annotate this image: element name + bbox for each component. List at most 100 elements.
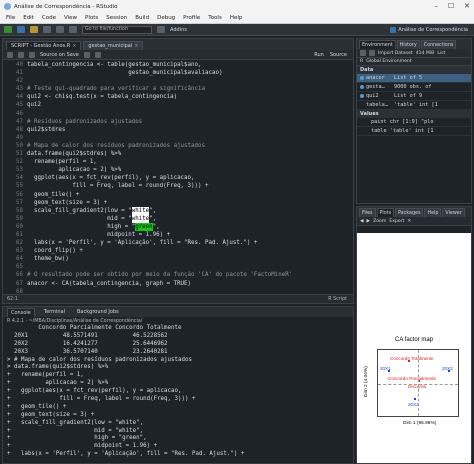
tab-packages[interactable]: Packages <box>395 208 424 217</box>
search-icon[interactable] <box>83 51 90 58</box>
code-line[interactable]: 44 qui2 <- chisq.test(x = tabela_continge… <box>3 93 353 101</box>
code-line[interactable]: 49 <box>3 134 353 142</box>
menu-edit[interactable]: Edit <box>23 15 34 21</box>
code-line[interactable]: 45 qui2 <box>3 101 353 109</box>
source-button[interactable]: Source <box>330 52 347 58</box>
tab-environment[interactable]: Environment <box>359 40 396 49</box>
global-environment-select[interactable]: Global Environment <box>366 59 411 64</box>
goto-file-input[interactable]: Go to file/function <box>82 25 152 34</box>
grid-icon[interactable] <box>157 26 165 33</box>
code-line[interactable]: 55 fill = Freq, label = round(Freq, 3)))… <box>3 182 353 190</box>
tab-files[interactable]: Files <box>359 208 376 217</box>
tab-background-jobs[interactable]: Background Jobs <box>74 309 122 315</box>
code-line[interactable]: 58 scale_fill_gradient2(low = " white ", <box>3 206 353 215</box>
save-all-icon[interactable] <box>56 26 64 33</box>
close-tab-icon[interactable]: × <box>134 43 138 49</box>
editor-tab-data[interactable]: gestao_municipal × <box>83 41 144 50</box>
env-row-data[interactable]: gesta… 9000 obs. of <box>357 83 471 92</box>
code-line[interactable]: 40 tabela_contingencia <- table(gestao_mu… <box>3 61 353 69</box>
file-type-label[interactable]: R Script <box>328 297 347 302</box>
load-workspace-icon[interactable] <box>360 50 366 56</box>
print-icon[interactable] <box>69 26 77 33</box>
expand-icon[interactable] <box>360 85 364 89</box>
editor-tab-script[interactable]: SCRIPT - Gestão Anos.R × <box>6 41 82 50</box>
menu-help[interactable]: Help <box>230 15 243 21</box>
save-script-icon[interactable] <box>29 51 35 58</box>
env-row-data[interactable]: qui2 List of 9 <box>357 92 471 101</box>
tab-help[interactable]: Help <box>424 208 442 217</box>
tab-connections[interactable]: Connections <box>420 40 457 49</box>
code-line[interactable]: 60 high = " green ", <box>3 222 353 231</box>
clear-plot-icon[interactable]: ✕ <box>407 219 411 224</box>
close-tab-icon[interactable]: × <box>72 43 76 49</box>
menu-build[interactable]: Build <box>135 15 149 21</box>
code-line[interactable]: 57 geom_text(size = 3) + <box>3 199 353 207</box>
source-on-save-checkbox[interactable]: Source on Save <box>40 52 79 58</box>
maximize-icon[interactable]: ☐ <box>448 2 454 10</box>
menu-tools[interactable]: Tools <box>208 15 222 21</box>
code-line[interactable]: 42 <box>3 77 353 85</box>
menu-file[interactable]: File <box>6 15 15 21</box>
prev-plot-icon[interactable]: ◀ <box>360 219 364 224</box>
code-line[interactable]: 59 mid = " white ", <box>3 214 353 223</box>
code-line[interactable]: 51 data.frame(qui2$stdres) %>% <box>3 150 353 158</box>
menu-code[interactable]: Code <box>42 15 56 21</box>
open-project-icon[interactable] <box>17 26 25 33</box>
list-view-toggle[interactable]: List <box>437 51 445 56</box>
project-menu[interactable]: Análise de Correspondência <box>390 26 468 34</box>
minimize-icon[interactable]: – <box>434 2 438 10</box>
code-line[interactable]: 65 <box>3 263 353 271</box>
next-plot-icon[interactable]: ▶ <box>367 219 371 224</box>
console-output[interactable]: Concordo Parcialmente Concordo Totalment… <box>3 325 353 459</box>
code-line[interactable]: 62 labs(x = 'Perfil', y = 'Aplicação', f… <box>3 239 353 247</box>
save-icon[interactable] <box>43 26 51 33</box>
run-button[interactable]: Run <box>314 52 324 58</box>
tab-history[interactable]: History <box>396 40 420 49</box>
export-button[interactable]: Export <box>389 219 404 224</box>
code-line[interactable]: 66 # O resultado pode ser obtido por meio… <box>3 271 353 279</box>
menu-view[interactable]: View <box>64 15 77 21</box>
console-line: > data.frame(qui2$stdres) %>% <box>7 364 109 371</box>
code-line[interactable]: 48 qui2$stdres <box>3 126 353 134</box>
env-row-value[interactable]: paint chr [1:9] "plo <box>357 118 471 127</box>
forward-arrow-icon[interactable] <box>18 51 24 58</box>
menu-session[interactable]: Session <box>106 15 127 21</box>
addins-menu[interactable]: Addins <box>170 27 187 33</box>
env-row-data[interactable]: anacor List of 5 <box>357 74 471 83</box>
menu-profile[interactable]: Profile <box>183 15 200 21</box>
code-line[interactable]: 54 ggplot(aes(x = fct_rev(perfil), y = a… <box>3 174 353 182</box>
code-line[interactable]: 64 theme_bw() <box>3 255 353 263</box>
code-line[interactable]: 63 coord_flip() + <box>3 247 353 255</box>
code-line[interactable]: 61 midpoint = 1.96) + <box>3 231 353 239</box>
open-file-icon[interactable] <box>30 26 38 33</box>
expand-icon[interactable] <box>360 94 364 98</box>
new-file-icon[interactable] <box>4 26 12 33</box>
close-icon[interactable]: ✕ <box>464 2 470 10</box>
tab-plots[interactable]: Plots <box>376 208 395 217</box>
env-row-data[interactable]: tabela… 'table' int [1 <box>357 101 471 110</box>
back-arrow-icon[interactable] <box>7 51 13 58</box>
memory-usage[interactable]: 414 MiB <box>416 51 435 56</box>
console-line: 20X1 48.5571491 46.5228562 <box>7 332 168 339</box>
code-line[interactable]: 50 # Mapa de calor dos resíduos padroniza… <box>3 142 353 150</box>
code-line[interactable]: 52 rename(perfil = 1, <box>3 158 353 166</box>
wand-icon[interactable] <box>94 51 101 58</box>
code-line[interactable]: 47 # Resíduos padronizados ajustados <box>3 118 353 126</box>
tab-terminal[interactable]: Terminal <box>41 309 68 315</box>
code-line[interactable]: 53 aplicacao = 2) %>% <box>3 166 353 174</box>
expand-icon[interactable] <box>360 76 364 80</box>
menu-plots[interactable]: Plots <box>85 15 98 21</box>
menu-debug[interactable]: Debug <box>157 15 175 21</box>
tab-console[interactable]: Console <box>7 307 35 317</box>
code-area[interactable]: 40 tabela_contingencia <- table(gestao_mu… <box>3 61 353 295</box>
zoom-button[interactable]: Zoom <box>373 219 386 224</box>
import-dataset-button[interactable]: Import Dataset <box>378 51 413 56</box>
save-workspace-icon[interactable] <box>369 50 375 56</box>
code-line[interactable]: 67 anacor <- CA(tabela_contingencia, grap… <box>3 280 353 288</box>
code-line[interactable]: 46 <box>3 110 353 118</box>
code-line[interactable]: 43 # Teste qui-quadrado para verificar a … <box>3 85 353 93</box>
tab-viewer[interactable]: Viewer <box>442 208 465 217</box>
env-row-value[interactable]: table 'table' int [1 <box>357 127 471 136</box>
code-line[interactable]: 41 gestao_municipal$avaliacao) <box>3 69 353 77</box>
code-line[interactable]: 56 geom_tile() + <box>3 191 353 199</box>
